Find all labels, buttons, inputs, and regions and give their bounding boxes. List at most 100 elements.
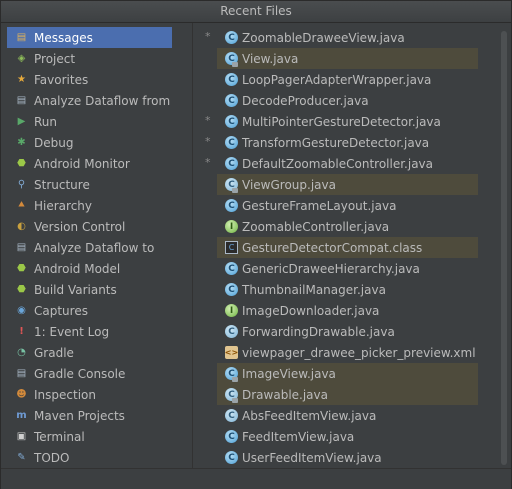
tool-window-item[interactable]: ⬣ Build Variants: [7, 279, 172, 300]
hierarchy-icon: ⯅: [17, 199, 26, 211]
recent-file-item[interactable]: I ZoomableController.java: [217, 216, 478, 237]
tool-window-label: Captures: [34, 303, 88, 318]
tool-window-label: Run: [34, 114, 58, 129]
recent-file-item[interactable]: C LoopPagerAdapterWrapper.java: [217, 69, 478, 90]
popup-bottom-edge: [1, 468, 511, 489]
java-class-icon: C: [225, 367, 238, 382]
tool-window-item[interactable]: ★ Favorites: [7, 69, 172, 90]
tool-window-label: 1: Event Log: [34, 324, 110, 339]
tool-window-item[interactable]: ◔ Gradle: [7, 342, 172, 363]
tool-window-label: Build Variants: [34, 282, 117, 297]
tool-window-label: Messages: [34, 30, 93, 45]
tool-window-item[interactable]: ✎ TODO: [7, 447, 172, 468]
favorites-icon: ★: [17, 73, 26, 85]
recent-file-item[interactable]: I ImageDownloader.java: [217, 300, 478, 321]
recent-file-item[interactable]: C GestureFrameLayout.java: [217, 195, 478, 216]
recent-file-item[interactable]: C ViewGroup.java: [217, 174, 478, 195]
modified-marker-icon: *: [205, 30, 211, 43]
recent-file-item[interactable]: C ForwardingDrawable.java: [217, 321, 478, 342]
messages-icon: ▤: [16, 31, 27, 43]
tool-window-item[interactable]: ▶ Run: [7, 111, 172, 132]
tool-window-item[interactable]: ◐ Version Control: [7, 216, 172, 237]
recent-file-name: ViewGroup.java: [242, 177, 336, 192]
recent-file-item[interactable]: C DecodeProducer.java: [217, 90, 478, 111]
java-class-icon: C: [225, 283, 238, 296]
recent-file-name: ImageDownloader.java: [242, 303, 380, 318]
xml-file-icon: <>: [224, 346, 239, 359]
java-class-icon: C: [225, 94, 238, 107]
java-class-icon: C: [225, 262, 238, 275]
recent-file-name: ZoomableDraweeView.java: [242, 30, 405, 45]
recent-file-name: GenericDraweeHierarchy.java: [242, 261, 420, 276]
recent-files-list: * C ZoomableDraweeView.java C View.java C Loop…: [193, 23, 511, 468]
recent-file-name: FeedItemView.java: [242, 429, 355, 444]
compiled-class-icon: C: [225, 241, 238, 254]
tool-window-label: Project: [34, 51, 76, 66]
tool-windows-list: ▤ Messages ◈ Project ★ Favorites ▤ Analyze Data…: [1, 23, 192, 468]
recent-file-item[interactable]: <> viewpager_drawee_picker_preview.xml: [217, 342, 478, 363]
tool-window-item[interactable]: ▤ Gradle Console: [7, 363, 172, 384]
abstract-class-icon: C: [225, 388, 238, 403]
tool-window-label: Favorites: [34, 72, 89, 87]
tool-window-label: Hierarchy: [34, 198, 93, 213]
recent-file-item[interactable]: C FeedItemView.java: [217, 426, 478, 447]
recent-file-item[interactable]: C GenericDraweeHierarchy.java: [217, 258, 478, 279]
recent-file-item[interactable]: * C DefaultZoomableController.java: [205, 153, 478, 174]
tool-window-item[interactable]: m Maven Projects: [7, 405, 172, 426]
tool-window-item[interactable]: ☻ Inspection: [7, 384, 172, 405]
recent-file-name: ImageView.java: [242, 366, 336, 381]
tool-window-label: TODO: [34, 450, 70, 465]
tool-window-item[interactable]: ⯅ Hierarchy: [7, 195, 172, 216]
recent-file-name: GestureDetectorCompat.class: [242, 240, 423, 255]
gradle-icon: ◔: [17, 346, 26, 358]
recent-file-item[interactable]: C AbsFeedItemView.java: [217, 405, 478, 426]
tool-window-item[interactable]: ▤ Messages: [7, 27, 172, 48]
java-class-icon: C: [225, 451, 238, 464]
maven-icon: m: [16, 409, 27, 421]
event-log-icon: !: [19, 325, 24, 337]
recent-file-name: MultiPointerGestureDetector.java: [242, 114, 441, 129]
recent-file-item[interactable]: * C ZoomableDraweeView.java: [205, 27, 478, 48]
recent-file-name: GestureFrameLayout.java: [242, 198, 397, 213]
tool-window-label: Inspection: [34, 387, 96, 402]
tool-window-item[interactable]: ⬣ Android Model: [7, 258, 172, 279]
tool-window-label: Version Control: [34, 219, 126, 234]
structure-icon: ⚲: [17, 178, 26, 190]
tool-window-item[interactable]: ▤ Analyze Dataflow from: [7, 90, 172, 111]
read-only-lock-icon: [232, 377, 238, 382]
abstract-class-icon: C: [225, 409, 238, 422]
tool-window-item[interactable]: ▣ Terminal: [7, 426, 172, 447]
version-control-icon: ◐: [17, 220, 26, 232]
tool-window-item[interactable]: ⬣ Android Monitor: [7, 153, 172, 174]
tool-window-item[interactable]: ! 1: Event Log: [7, 321, 172, 342]
tool-window-label: Analyze Dataflow from: [34, 93, 171, 108]
recent-file-name: ForwardingDrawable.java: [242, 324, 395, 339]
tool-window-item[interactable]: ◈ Project: [7, 48, 172, 69]
recent-file-item[interactable]: C UserFeedItemView.java: [217, 447, 478, 468]
tool-window-item[interactable]: ⚲ Structure: [7, 174, 172, 195]
recent-file-item[interactable]: C Drawable.java: [217, 384, 478, 405]
tool-window-label: Android Monitor: [34, 156, 130, 171]
recent-file-item[interactable]: C View.java: [217, 48, 478, 69]
todo-icon: ✎: [17, 451, 26, 463]
build-variants-icon: ⬣: [17, 283, 26, 295]
recent-file-item[interactable]: * C MultiPointerGestureDetector.java: [205, 111, 478, 132]
modified-marker-icon: *: [205, 114, 211, 127]
tool-window-item[interactable]: ✱ Debug: [7, 132, 172, 153]
tool-window-label: Android Model: [34, 261, 121, 276]
recent-file-item[interactable]: C GestureDetectorCompat.class: [217, 237, 478, 258]
tool-window-item[interactable]: ▤ Analyze Dataflow to: [7, 237, 172, 258]
tool-window-item[interactable]: ◉ Captures: [7, 300, 172, 321]
recent-file-item[interactable]: C ImageView.java: [217, 363, 478, 384]
inspection-icon: ☻: [16, 388, 27, 400]
scrollbar-thumb[interactable]: [501, 31, 507, 465]
recent-file-item[interactable]: * C TransformGestureDetector.java: [205, 132, 478, 153]
java-class-icon: C: [225, 31, 238, 44]
recent-file-name: DecodeProducer.java: [242, 93, 369, 108]
recent-file-name: TransformGestureDetector.java: [242, 135, 430, 150]
tool-window-label: Gradle Console: [34, 366, 126, 381]
abstract-class-icon: C: [225, 178, 238, 193]
recent-files-popup: Recent Files ▤ Messages ◈ Project ★ Favorites…: [0, 0, 512, 489]
read-only-lock-icon: [232, 188, 238, 193]
recent-file-item[interactable]: C ThumbnailManager.java: [217, 279, 478, 300]
